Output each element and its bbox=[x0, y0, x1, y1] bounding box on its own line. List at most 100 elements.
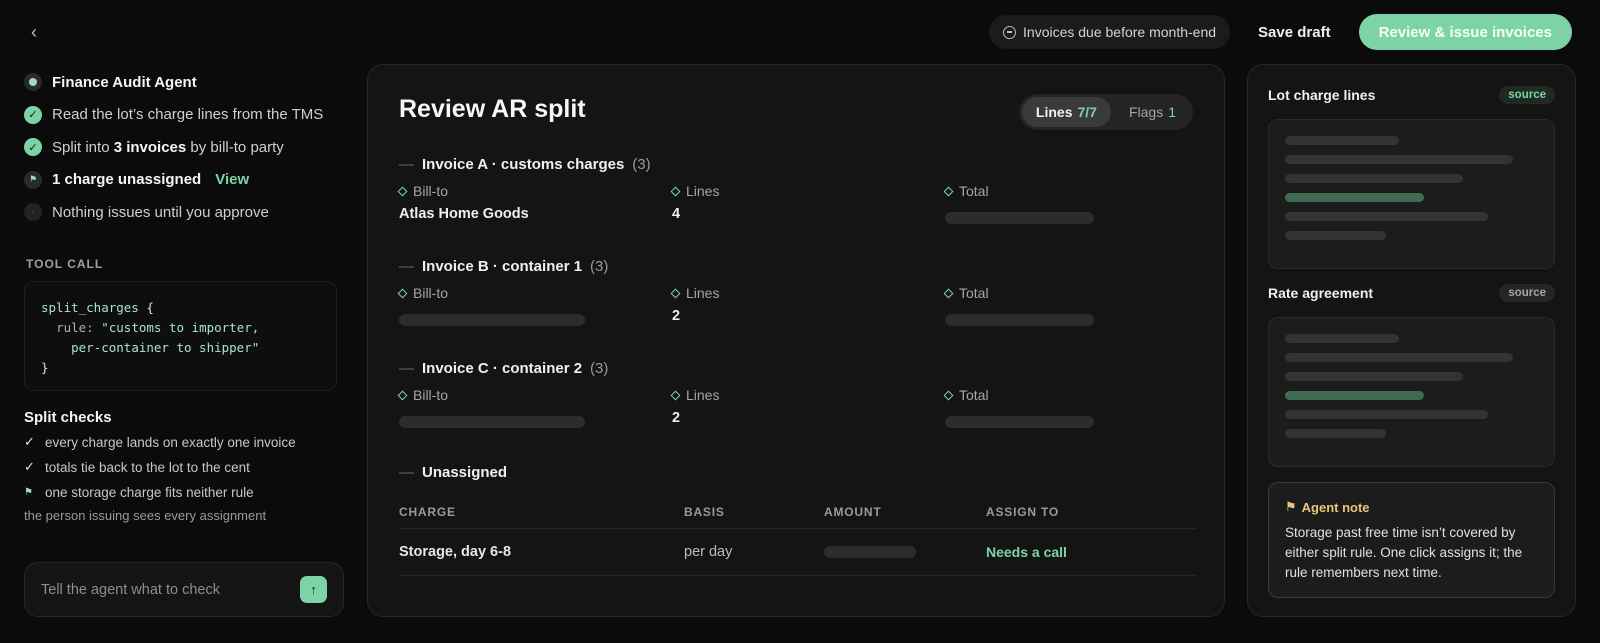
agent-step: ✓ Split into 3 invoices by bill-to party bbox=[24, 131, 344, 164]
split-checks-title: Split checks bbox=[24, 408, 112, 426]
check-item: ✓ totals tie back to the lot to the cent bbox=[24, 459, 250, 475]
bill-to-field: Bill-to Atlas Home Goods bbox=[397, 181, 529, 226]
checkmark-icon: ✓ bbox=[24, 459, 35, 474]
diamond-icon bbox=[943, 186, 954, 196]
agent-input-box: ↑ bbox=[24, 562, 344, 617]
source-title: Lot charge lines bbox=[1268, 87, 1376, 103]
total-field: Total bbox=[943, 283, 1094, 326]
flag-icon: ⚑ bbox=[1285, 499, 1297, 514]
diamond-icon bbox=[397, 288, 408, 298]
tool-call-code: split_charges { rule: "customs to import… bbox=[24, 280, 337, 391]
source-preview[interactable] bbox=[1268, 119, 1555, 269]
diamond-icon bbox=[670, 390, 681, 400]
agent-step: ✓ Read the lot’s charge lines from the T… bbox=[24, 99, 344, 132]
step-text: Split into 3 invoices by bill-to party bbox=[52, 138, 284, 156]
collapse-dash-icon: — bbox=[399, 257, 414, 275]
collapse-dash-icon: — bbox=[399, 359, 414, 377]
sources-panel: Lot charge lines source Rate agreement s… bbox=[1247, 64, 1576, 617]
diamond-icon bbox=[943, 288, 954, 298]
step-text: 1 charge unassigned bbox=[52, 171, 202, 189]
amount-cell bbox=[824, 546, 986, 558]
table-header: CHARGE BASIS AMOUNT ASSIGN TO bbox=[399, 495, 1196, 529]
unassigned-section: — Unassigned CHARGE BASIS AMOUNT ASSIGN … bbox=[399, 461, 1196, 576]
page-title: Review AR split bbox=[399, 95, 586, 123]
agent-input[interactable] bbox=[41, 581, 281, 598]
live-status-icon bbox=[24, 73, 42, 92]
invoice-header[interactable]: — Invoice A · customs charges (3) bbox=[399, 153, 1196, 175]
agent-step: ⚑ 1 charge unassigned View bbox=[24, 164, 344, 197]
agent-title: Finance Audit Agent bbox=[52, 73, 197, 91]
checkmark-icon: ✓ bbox=[24, 434, 35, 449]
agent-note: ⚑ Agent note Storage past free time isn’t… bbox=[1268, 482, 1555, 598]
total-placeholder bbox=[945, 212, 1094, 224]
amount-placeholder bbox=[824, 546, 916, 558]
review-issue-button[interactable]: Review & issue invoices bbox=[1358, 14, 1572, 50]
tool-call-label: TOOL CALL bbox=[26, 256, 104, 271]
chevron-left-icon: ‹ bbox=[31, 22, 37, 42]
invoice-section: — Invoice A · customs charges (3) Bill-t… bbox=[397, 153, 1196, 231]
pending-dot-icon: · bbox=[24, 203, 42, 222]
checks-note: the person issuing sees every assignment bbox=[24, 507, 267, 523]
total-placeholder bbox=[945, 416, 1094, 428]
lines-value: 4 bbox=[672, 206, 681, 222]
source-preview[interactable] bbox=[1268, 317, 1555, 467]
diamond-icon bbox=[943, 390, 954, 400]
diamond-icon bbox=[397, 390, 408, 400]
unassigned-header[interactable]: — Unassigned bbox=[399, 461, 1196, 483]
lines-value: 2 bbox=[672, 410, 681, 426]
check-item: ✓ every charge lands on exactly one invoi… bbox=[24, 434, 296, 450]
send-button[interactable]: ↑ bbox=[300, 576, 327, 603]
arrow-up-icon: ↑ bbox=[310, 582, 317, 597]
save-draft-button[interactable]: Save draft bbox=[1244, 24, 1345, 41]
lines-field: Lines 2 bbox=[670, 283, 719, 328]
lines-field: Lines 2 bbox=[670, 385, 719, 430]
charge-cell: Storage, day 6-8 bbox=[399, 544, 512, 560]
check-circle-icon: ✓ bbox=[24, 105, 42, 124]
lines-field: Lines 4 bbox=[670, 181, 719, 226]
needs-a-call-button[interactable]: Needs a call bbox=[986, 544, 1067, 560]
collapse-dash-icon: — bbox=[399, 463, 414, 481]
source-header: Lot charge lines source bbox=[1268, 83, 1555, 107]
invoice-section: — Invoice B · container 1 (3) Bill-to Li… bbox=[397, 255, 1196, 333]
diamond-icon bbox=[397, 186, 408, 196]
bill-to-field: Bill-to bbox=[397, 385, 585, 428]
invoice-section: — Invoice C · container 2 (3) Bill-to Li… bbox=[397, 357, 1196, 435]
flag-icon: ⚑ bbox=[24, 170, 42, 189]
agent-panel: Finance Audit Agent ✓ Read the lot’s cha… bbox=[24, 66, 344, 523]
step-text: Read the lot’s charge lines from the TMS bbox=[52, 106, 324, 124]
back-button[interactable]: ‹ bbox=[24, 22, 44, 42]
agent-note-body: Storage past free time isn’t covered by … bbox=[1285, 525, 1523, 580]
total-placeholder bbox=[945, 314, 1094, 326]
invoice-header[interactable]: — Invoice B · container 1 (3) bbox=[399, 255, 1196, 277]
check-item: ⚑ one storage charge fits neither rule bbox=[24, 484, 254, 500]
bill-to-field: Bill-to bbox=[397, 283, 585, 326]
source-badge[interactable]: source bbox=[1499, 284, 1555, 302]
collapse-dash-icon: — bbox=[399, 155, 414, 173]
top-bar: Invoices due before month-end Save draft… bbox=[989, 14, 1572, 50]
step-text: Nothing issues until you approve bbox=[52, 203, 269, 221]
basis-cell: per day bbox=[684, 544, 733, 560]
table-row: Storage, day 6-8 per day Needs a call bbox=[399, 529, 1196, 576]
invoice-header[interactable]: — Invoice C · container 2 (3) bbox=[399, 357, 1196, 379]
bill-to-value: Atlas Home Goods bbox=[399, 206, 529, 222]
diamond-icon bbox=[670, 186, 681, 196]
due-pill-label: Invoices due before month-end bbox=[1023, 24, 1217, 40]
total-field: Total bbox=[943, 385, 1094, 428]
check-circle-icon: ✓ bbox=[24, 138, 42, 157]
flag-icon: ⚑ bbox=[24, 486, 33, 498]
agent-title-row: Finance Audit Agent bbox=[24, 66, 344, 99]
due-date-pill[interactable]: Invoices due before month-end bbox=[989, 15, 1231, 49]
tab-flags[interactable]: Flags 1 bbox=[1115, 97, 1190, 127]
diamond-icon bbox=[670, 288, 681, 298]
source-badge[interactable]: source bbox=[1499, 86, 1555, 104]
review-panel: Review AR split Lines 7/7 Flags 1 — Invoic… bbox=[367, 64, 1225, 617]
tab-lines[interactable]: Lines 7/7 bbox=[1021, 97, 1111, 127]
agent-step: · Nothing issues until you approve bbox=[24, 196, 344, 229]
bill-to-placeholder bbox=[399, 314, 585, 326]
clock-icon bbox=[1003, 25, 1017, 39]
view-unassigned-link[interactable]: View bbox=[215, 171, 249, 188]
segmented-tabs: Lines 7/7 Flags 1 bbox=[1018, 94, 1193, 130]
bill-to-placeholder bbox=[399, 416, 585, 428]
source-title: Rate agreement bbox=[1268, 285, 1374, 301]
lines-value: 2 bbox=[672, 308, 681, 324]
